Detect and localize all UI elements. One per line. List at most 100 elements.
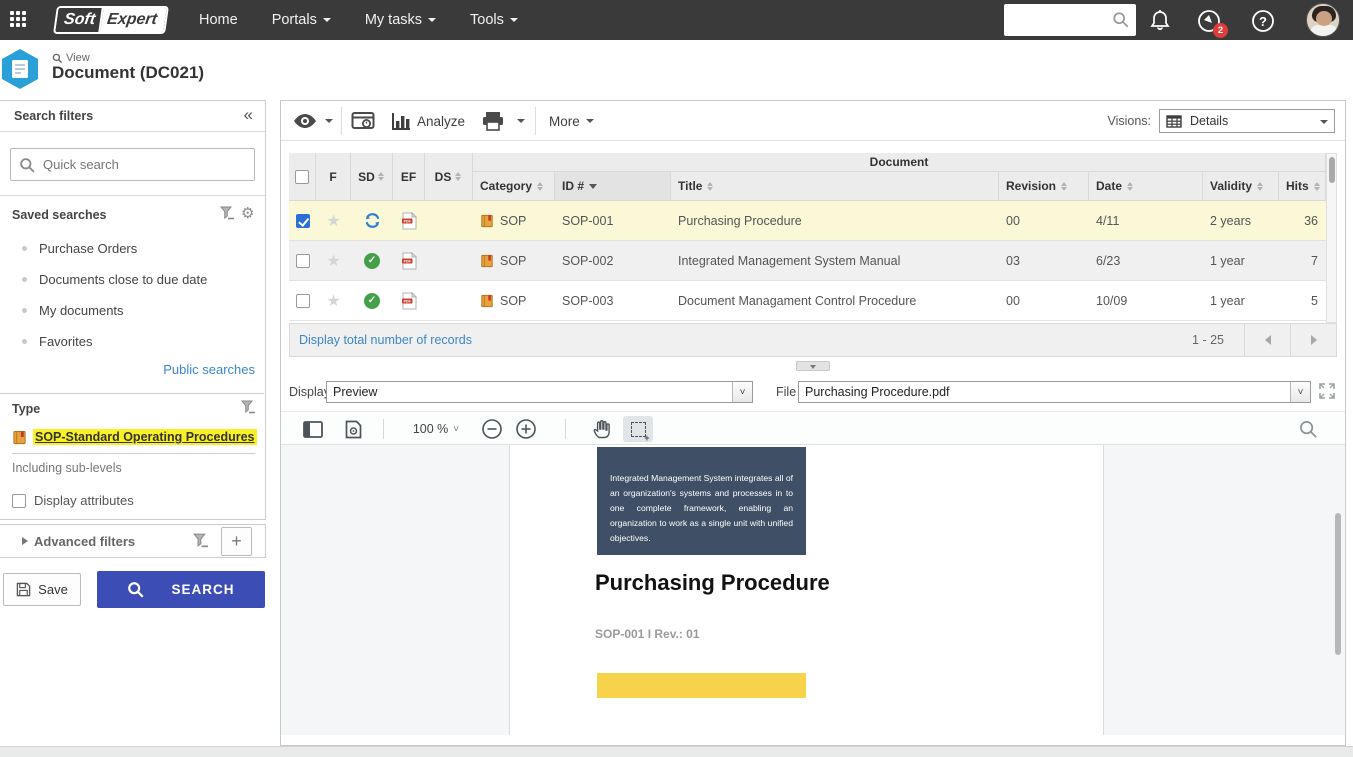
quick-search-input[interactable] bbox=[43, 154, 243, 175]
pagination-range: 1 - 25 bbox=[1192, 333, 1224, 347]
file-label: File bbox=[776, 385, 796, 399]
public-searches-link[interactable]: Public searches bbox=[163, 362, 255, 377]
floppy-icon bbox=[16, 582, 31, 597]
category-book-icon bbox=[480, 254, 494, 268]
display-attributes-option[interactable]: Display attributes bbox=[12, 493, 134, 508]
preview-panel-button[interactable] bbox=[351, 101, 375, 141]
row-checkbox[interactable] bbox=[296, 294, 310, 308]
menu-home[interactable]: Home bbox=[199, 12, 238, 28]
saved-search-purchase-orders[interactable]: Purchase Orders bbox=[22, 241, 137, 256]
select-all-checkbox[interactable] bbox=[295, 170, 309, 184]
released-check-icon: ✓ bbox=[364, 253, 380, 269]
search-icon bbox=[19, 157, 36, 174]
pan-hand-tool[interactable] bbox=[587, 416, 615, 442]
menu-portals[interactable]: Portals bbox=[272, 12, 331, 28]
gear-icon[interactable]: ⚙ bbox=[241, 204, 254, 222]
analyze-button[interactable]: Analyze bbox=[391, 101, 465, 141]
collapse-sidebar-icon[interactable]: « bbox=[244, 105, 253, 125]
favorite-star-icon[interactable]: ★ bbox=[326, 251, 340, 271]
search-icon bbox=[127, 581, 145, 599]
more-button[interactable]: More bbox=[549, 101, 594, 141]
col-header-hits[interactable]: Hits bbox=[1279, 172, 1326, 201]
released-check-icon: ✓ bbox=[364, 293, 380, 309]
col-header-ef[interactable]: EF bbox=[393, 153, 425, 201]
file-select[interactable]: Purchasing Procedure.pdf ˅ bbox=[798, 381, 1311, 403]
category-book-icon bbox=[12, 430, 27, 445]
zoom-out-button[interactable] bbox=[478, 416, 506, 442]
pdf-file-icon[interactable]: PDF bbox=[402, 212, 417, 230]
select-area-tool[interactable] bbox=[623, 416, 653, 442]
group-header-document: Document bbox=[473, 153, 1326, 172]
menu-my-tasks[interactable]: My tasks bbox=[365, 12, 436, 28]
clear-filter-icon[interactable] bbox=[192, 532, 209, 549]
user-avatar[interactable] bbox=[1306, 3, 1340, 37]
pending-tasks-icon[interactable]: 2 bbox=[1196, 8, 1222, 34]
pdf-intro-box: Integrated Management System integrates … bbox=[597, 447, 806, 555]
advanced-filters-bar[interactable]: Advanced filters + bbox=[0, 524, 266, 558]
col-header-date[interactable]: Date bbox=[1089, 172, 1203, 201]
clear-filter-icon[interactable] bbox=[240, 399, 256, 415]
pdf-search-icon[interactable] bbox=[1295, 416, 1321, 442]
favorite-star-icon[interactable]: ★ bbox=[326, 291, 340, 311]
zoom-in-button[interactable] bbox=[512, 416, 540, 442]
clear-filter-icon[interactable] bbox=[219, 205, 235, 221]
search-filters-title: Search filters bbox=[14, 109, 93, 123]
total-records-link[interactable]: Display total number of records bbox=[299, 333, 472, 347]
col-header-sd[interactable]: SD bbox=[351, 153, 393, 201]
pdf-scrollbar[interactable] bbox=[1334, 445, 1342, 735]
printer-icon bbox=[481, 111, 505, 131]
pdf-file-icon[interactable]: PDF bbox=[402, 292, 417, 310]
display-select[interactable]: Preview ˅ bbox=[326, 381, 753, 403]
softexpert-logo[interactable]: Soft Expert bbox=[53, 6, 169, 34]
col-header-favorite[interactable]: F bbox=[316, 153, 351, 201]
visions-select[interactable]: Details bbox=[1159, 109, 1335, 133]
row-checkbox[interactable] bbox=[296, 214, 310, 228]
notifications-bell-icon[interactable] bbox=[1148, 8, 1174, 34]
favorite-star-icon[interactable]: ★ bbox=[326, 211, 340, 231]
menu-tools[interactable]: Tools bbox=[470, 12, 518, 28]
splitter-handle[interactable] bbox=[796, 361, 830, 371]
scrollbar-thumb[interactable] bbox=[1329, 157, 1335, 183]
col-header-category[interactable]: Category bbox=[473, 172, 555, 201]
sublevels-note: Including sub-levels bbox=[12, 461, 122, 475]
col-header-title[interactable]: Title bbox=[671, 172, 999, 201]
print-button[interactable] bbox=[481, 101, 505, 141]
col-header-validity[interactable]: Validity bbox=[1203, 172, 1279, 201]
col-header-revision[interactable]: Revision bbox=[999, 172, 1089, 201]
pdf-sidebar-toggle-icon[interactable] bbox=[301, 416, 325, 442]
previous-page-button[interactable] bbox=[1244, 324, 1290, 356]
saved-search-favorites[interactable]: Favorites bbox=[22, 334, 92, 349]
help-icon[interactable]: ? bbox=[1250, 8, 1276, 34]
pdf-zoom-select[interactable]: 100 % ˅ bbox=[407, 416, 465, 442]
scrollbar-thumb[interactable] bbox=[1335, 513, 1341, 655]
search-icon[interactable] bbox=[1112, 11, 1130, 29]
pdf-file-icon[interactable]: PDF bbox=[402, 252, 417, 270]
selected-type-item[interactable]: SOP-Standard Operating Procedures bbox=[12, 429, 257, 445]
col-header-ds[interactable]: DS bbox=[425, 153, 473, 201]
file-value: Purchasing Procedure.pdf bbox=[805, 385, 950, 399]
chevron-left-icon bbox=[1265, 335, 1271, 345]
search-button[interactable]: SEARCH bbox=[97, 571, 265, 608]
col-header-id[interactable]: ID # bbox=[555, 172, 671, 201]
fullscreen-expand-icon[interactable] bbox=[1319, 383, 1335, 399]
chevron-down-icon bbox=[510, 18, 518, 22]
logo-part1: Soft bbox=[55, 8, 103, 32]
next-page-button[interactable] bbox=[1290, 324, 1336, 356]
add-filter-button[interactable]: + bbox=[221, 527, 252, 556]
global-search-input[interactable] bbox=[1010, 8, 1106, 32]
table-scrollbar[interactable] bbox=[1326, 153, 1337, 323]
row-checkbox[interactable] bbox=[296, 254, 310, 268]
saved-search-documents-due[interactable]: Documents close to due date bbox=[22, 272, 207, 287]
apps-grid-icon[interactable] bbox=[10, 11, 30, 29]
display-attributes-checkbox[interactable] bbox=[12, 494, 26, 508]
print-options-caret[interactable] bbox=[517, 101, 525, 141]
save-button[interactable]: Save bbox=[3, 573, 81, 606]
pdf-preview-canvas[interactable]: Integrated Management System integrates … bbox=[281, 445, 1345, 735]
global-search-box bbox=[1004, 4, 1136, 36]
saved-search-my-documents[interactable]: My documents bbox=[22, 303, 124, 318]
search-filters-panel: Search filters « Saved searches ⚙ Purcha… bbox=[0, 100, 266, 520]
advanced-filters-label: Advanced filters bbox=[34, 534, 135, 549]
pdf-page-settings-icon[interactable] bbox=[341, 416, 365, 442]
view-options-caret[interactable] bbox=[325, 101, 333, 141]
view-document-button[interactable] bbox=[293, 101, 317, 141]
